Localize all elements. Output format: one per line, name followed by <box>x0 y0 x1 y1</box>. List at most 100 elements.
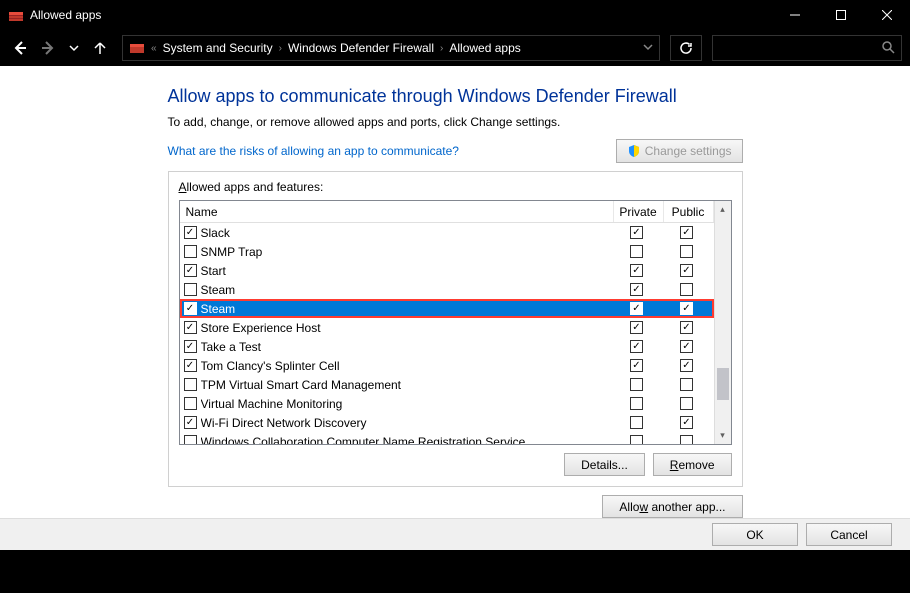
list-rows: SlackSNMP TrapStartSteamSteamStore Exper… <box>180 223 714 444</box>
enable-checkbox[interactable] <box>184 283 197 296</box>
private-checkbox[interactable] <box>630 397 643 410</box>
private-cell <box>614 302 664 315</box>
cancel-button[interactable]: Cancel <box>806 523 892 546</box>
column-name[interactable]: Name <box>180 201 614 222</box>
public-checkbox[interactable] <box>680 302 693 315</box>
scroll-track[interactable] <box>715 218 731 427</box>
private-checkbox[interactable] <box>630 416 643 429</box>
back-button[interactable] <box>8 36 32 60</box>
private-cell <box>614 264 664 277</box>
public-checkbox[interactable] <box>680 283 693 296</box>
private-cell <box>614 416 664 429</box>
scroll-down-icon[interactable]: ▾ <box>715 427 731 444</box>
vertical-scrollbar[interactable]: ▴ ▾ <box>714 201 731 444</box>
address-bar[interactable]: « System and Security › Windows Defender… <box>122 35 660 61</box>
public-checkbox[interactable] <box>680 264 693 277</box>
private-cell <box>614 245 664 258</box>
public-cell <box>664 378 714 391</box>
maximize-button[interactable] <box>818 0 864 30</box>
private-checkbox[interactable] <box>630 245 643 258</box>
enable-checkbox[interactable] <box>184 302 197 315</box>
public-cell <box>664 321 714 334</box>
list-item[interactable]: Take a Test <box>180 337 714 356</box>
breadcrumb-item[interactable]: Windows Defender Firewall <box>288 41 434 55</box>
list-item[interactable]: Slack <box>180 223 714 242</box>
change-settings-button[interactable]: Change settings <box>616 139 743 163</box>
public-checkbox[interactable] <box>680 416 693 429</box>
search-icon <box>881 40 895 57</box>
enable-checkbox[interactable] <box>184 416 197 429</box>
remove-button[interactable]: Remove <box>653 453 732 476</box>
risk-link[interactable]: What are the risks of allowing an app to… <box>168 144 459 158</box>
private-checkbox[interactable] <box>630 359 643 372</box>
private-checkbox[interactable] <box>630 302 643 315</box>
list-item[interactable]: Windows Collaboration Computer Name Regi… <box>180 432 714 444</box>
enable-checkbox[interactable] <box>184 226 197 239</box>
private-cell <box>614 397 664 410</box>
public-cell <box>664 435 714 444</box>
enable-checkbox[interactable] <box>184 340 197 353</box>
navigation-bar: « System and Security › Windows Defender… <box>0 30 910 66</box>
public-cell <box>664 302 714 315</box>
scroll-up-icon[interactable]: ▴ <box>715 201 731 218</box>
public-checkbox[interactable] <box>680 226 693 239</box>
list-item[interactable]: Store Experience Host <box>180 318 714 337</box>
breadcrumb-item[interactable]: System and Security <box>163 41 273 55</box>
private-checkbox[interactable] <box>630 340 643 353</box>
firewall-icon <box>129 39 145 58</box>
list-item[interactable]: Steam <box>180 299 714 318</box>
list-item[interactable]: Virtual Machine Monitoring <box>180 394 714 413</box>
enable-checkbox[interactable] <box>184 264 197 277</box>
enable-checkbox[interactable] <box>184 435 197 444</box>
list-item[interactable]: TPM Virtual Smart Card Management <box>180 375 714 394</box>
enable-checkbox[interactable] <box>184 397 197 410</box>
public-cell <box>664 416 714 429</box>
search-input[interactable] <box>712 35 902 61</box>
private-checkbox[interactable] <box>630 264 643 277</box>
enable-checkbox[interactable] <box>184 245 197 258</box>
forward-button[interactable] <box>36 36 60 60</box>
up-button[interactable] <box>88 36 112 60</box>
public-checkbox[interactable] <box>680 340 693 353</box>
enable-checkbox[interactable] <box>184 359 197 372</box>
minimize-button[interactable] <box>772 0 818 30</box>
private-cell <box>614 378 664 391</box>
public-cell <box>664 359 714 372</box>
ok-button[interactable]: OK <box>712 523 798 546</box>
list-item[interactable]: Tom Clancy's Splinter Cell <box>180 356 714 375</box>
column-private[interactable]: Private <box>614 201 664 222</box>
list-item[interactable]: Steam <box>180 280 714 299</box>
enable-checkbox[interactable] <box>184 321 197 334</box>
recent-locations-button[interactable] <box>62 36 86 60</box>
list-item[interactable]: Start <box>180 261 714 280</box>
breadcrumb-item[interactable]: Allowed apps <box>449 41 520 55</box>
public-checkbox[interactable] <box>680 397 693 410</box>
app-name: TPM Virtual Smart Card Management <box>201 378 614 392</box>
list-item[interactable]: Wi-Fi Direct Network Discovery <box>180 413 714 432</box>
private-cell <box>614 321 664 334</box>
public-cell <box>664 340 714 353</box>
private-cell <box>614 435 664 444</box>
list-item[interactable]: SNMP Trap <box>180 242 714 261</box>
public-checkbox[interactable] <box>680 321 693 334</box>
enable-checkbox[interactable] <box>184 378 197 391</box>
public-checkbox[interactable] <box>680 378 693 391</box>
private-checkbox[interactable] <box>630 283 643 296</box>
public-checkbox[interactable] <box>680 245 693 258</box>
private-checkbox[interactable] <box>630 321 643 334</box>
private-checkbox[interactable] <box>630 226 643 239</box>
refresh-button[interactable] <box>670 35 702 61</box>
close-button[interactable] <box>864 0 910 30</box>
private-checkbox[interactable] <box>630 435 643 444</box>
firewall-icon <box>8 7 24 23</box>
details-button[interactable]: Details... <box>564 453 645 476</box>
private-checkbox[interactable] <box>630 378 643 391</box>
chevron-down-icon[interactable] <box>643 41 653 55</box>
column-public[interactable]: Public <box>664 201 714 222</box>
public-checkbox[interactable] <box>680 435 693 444</box>
scroll-thumb[interactable] <box>717 368 729 400</box>
allow-another-app-button[interactable]: Allow another app... <box>602 495 742 518</box>
list-header: Name Private Public <box>180 201 714 223</box>
private-cell <box>614 283 664 296</box>
public-checkbox[interactable] <box>680 359 693 372</box>
